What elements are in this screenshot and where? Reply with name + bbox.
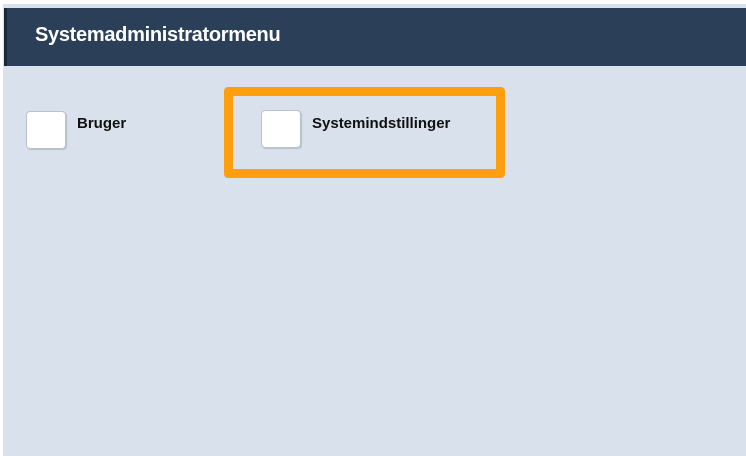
option-bruger[interactable]: Bruger <box>26 111 146 151</box>
systemindstillinger-checkbox[interactable] <box>261 110 301 148</box>
page-title: Systemadministratormenu <box>35 24 281 46</box>
systemindstillinger-label: Systemindstillinger <box>312 115 451 132</box>
menu-header: Systemadministratormenu <box>4 8 746 66</box>
option-systemindstillinger[interactable]: Systemindstillinger <box>261 110 481 150</box>
bruger-checkbox[interactable] <box>26 111 66 149</box>
screen-background <box>3 4 746 456</box>
bruger-label: Bruger <box>77 115 127 132</box>
